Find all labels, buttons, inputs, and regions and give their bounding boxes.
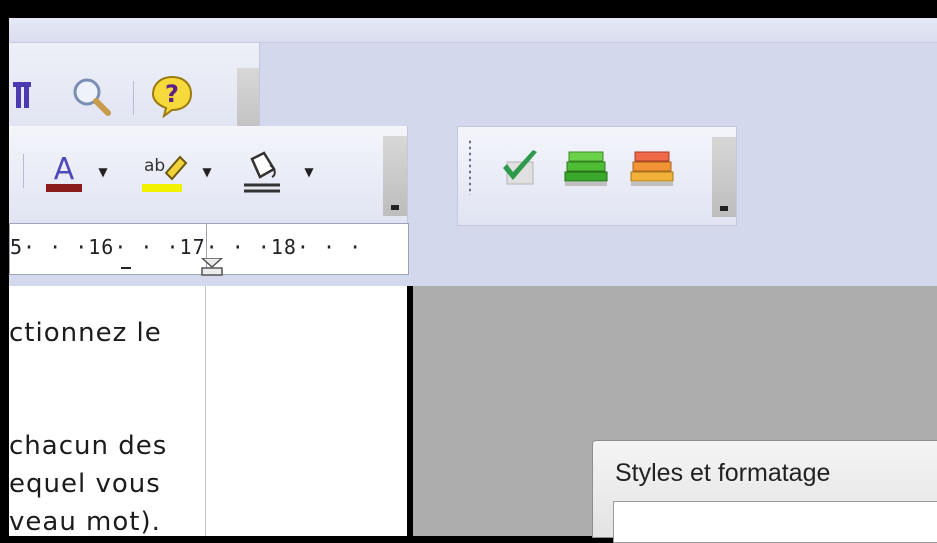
check-button[interactable] bbox=[494, 143, 544, 193]
document-text-line: equel vous bbox=[9, 469, 161, 499]
highlighter-icon: ab bbox=[142, 155, 188, 192]
document-text-line: ctionnez le bbox=[9, 318, 162, 348]
pilcrow-icon bbox=[13, 82, 31, 108]
toolbar-overflow-button[interactable] bbox=[712, 137, 736, 217]
background-color-button[interactable] bbox=[237, 146, 287, 198]
styles-list-area[interactable] bbox=[613, 501, 937, 543]
dialog-title: Styles et formatage bbox=[615, 459, 831, 487]
styles-formatting-dialog[interactable]: Styles et formatage bbox=[592, 440, 937, 543]
custom-toolbar bbox=[457, 126, 737, 226]
overflow-arrow-icon bbox=[720, 206, 728, 211]
formatting-toolbar: A ▼ ab ▼ ▼ bbox=[9, 126, 408, 224]
green-books-button[interactable] bbox=[560, 143, 612, 193]
document-text-line: veau mot). bbox=[9, 507, 161, 536]
document-page[interactable]: ctionnez le chacun des equel vous veau m… bbox=[9, 286, 413, 536]
svg-text:?: ? bbox=[165, 80, 179, 108]
highlight-dropdown[interactable]: ▼ bbox=[195, 152, 219, 192]
overflow-arrow-icon bbox=[391, 205, 399, 210]
font-color-icon: A bbox=[46, 152, 82, 192]
help-icon: ? bbox=[151, 75, 193, 118]
green-books-icon bbox=[564, 151, 608, 186]
fill-bucket-icon bbox=[244, 151, 280, 193]
window-top-strip bbox=[9, 18, 937, 43]
red-books-icon bbox=[630, 151, 674, 186]
tab-stop-marker[interactable] bbox=[121, 259, 131, 269]
font-color-glyph: A bbox=[54, 152, 75, 187]
indent-marker-icon[interactable] bbox=[200, 258, 224, 276]
toolbar-overflow-button[interactable] bbox=[383, 136, 407, 216]
zoom-button[interactable] bbox=[67, 75, 117, 119]
document-text-line: chacun des bbox=[9, 431, 168, 461]
highlight-glyph: ab bbox=[144, 156, 165, 176]
ruler-scale: 5· · ·16· · ·17· · ·18· · · bbox=[10, 235, 363, 259]
help-button[interactable]: ? bbox=[147, 73, 197, 119]
toolbar-grip-handle[interactable] bbox=[468, 139, 472, 195]
background-color-dropdown[interactable]: ▼ bbox=[297, 152, 321, 192]
magnifier-icon bbox=[73, 78, 111, 116]
toolbar-separator bbox=[133, 81, 134, 115]
horizontal-ruler[interactable]: 5· · ·16· · ·17· · ·18· · · bbox=[9, 223, 409, 276]
toolbar-separator bbox=[23, 154, 24, 188]
red-books-button[interactable] bbox=[626, 143, 678, 193]
font-color-dropdown[interactable]: ▼ bbox=[91, 152, 115, 192]
font-color-button[interactable]: A bbox=[39, 146, 89, 198]
highlight-button[interactable]: ab bbox=[137, 146, 191, 198]
formatting-marks-button[interactable] bbox=[9, 75, 45, 115]
text-boundary-line bbox=[205, 286, 206, 536]
checkmark-icon bbox=[503, 150, 537, 185]
